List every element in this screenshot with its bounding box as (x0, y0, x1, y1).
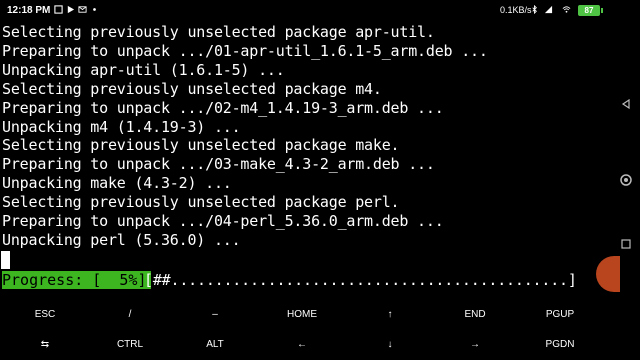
bluetooth-icon (532, 5, 537, 14)
back-icon[interactable] (620, 98, 632, 110)
home-icon[interactable] (620, 174, 632, 186)
key-row1-0[interactable]: ESC (5, 302, 85, 328)
key-row2-3[interactable]: ← (262, 332, 342, 358)
key-row2-6[interactable]: PGDN (520, 332, 600, 358)
progress-label: Progress: [ 5%] (2, 271, 151, 289)
key-row2-1[interactable]: CTRL (90, 332, 170, 358)
key-row1-5[interactable]: END (435, 302, 515, 328)
terminal-cursor (1, 251, 10, 269)
key-row1-6[interactable]: PGUP (520, 302, 600, 328)
signal-icon (544, 5, 553, 14)
message-icon (78, 6, 87, 13)
key-row2-2[interactable]: ALT (175, 332, 255, 358)
terminal-line: Unpacking apr-util (1.6.1-5) ... (2, 60, 285, 79)
terminal-line: Selecting previously unselected package … (2, 23, 435, 41)
battery-icon: 87 (578, 5, 600, 16)
key-row2-0[interactable]: ⇆ (5, 332, 85, 358)
terminal-line: Preparing to unpack .../01-apr-util_1.6.… (2, 41, 488, 60)
status-time: 12:18 PM (7, 5, 51, 16)
battery-tip (601, 8, 603, 13)
key-row2-4[interactable]: ↓ (350, 332, 430, 358)
terminal-line: Selecting previously unselected package … (2, 193, 400, 212)
terminal-line: Preparing to unpack .../04-perl_5.36.0_a… (2, 212, 444, 230)
terminal-line: Unpacking make (4.3-2) ... (2, 174, 232, 193)
terminal-line: Unpacking m4 (1.4.19-3) ... (2, 117, 241, 136)
terminal-line: Selecting previously unselected package … (2, 136, 400, 155)
recents-icon[interactable] (620, 238, 632, 250)
wifi-icon (562, 6, 571, 13)
key-row1-2[interactable]: – (175, 302, 255, 328)
progress-bar-text: [##.....................................… (144, 271, 577, 289)
key-row1-4[interactable]: ↑ (350, 302, 430, 328)
key-row1-1[interactable]: / (90, 302, 170, 328)
network-speed: 0.1KB/s (500, 5, 532, 15)
terminal-line: Preparing to unpack .../03-make_4.3-2_ar… (2, 155, 435, 174)
terminal-line: Preparing to unpack .../02-m4_1.4.19-3_a… (2, 98, 444, 117)
terminal-line: Unpacking perl (5.36.0) ... (2, 230, 241, 249)
key-row1-3[interactable]: HOME (262, 302, 342, 328)
extra-keys-bar: ESC / – HOME ↑ END PGUP ⇆ CTRL ALT ← ↓ → PGDN (0, 300, 600, 360)
key-row2-5[interactable]: → (435, 332, 515, 358)
play-icon (67, 5, 75, 14)
more-icon (93, 8, 96, 11)
terminal-line: Selecting previously unselected package … (2, 79, 382, 98)
notification-icon (54, 5, 63, 14)
terminal-output[interactable]: Selecting previously unselected package … (0, 23, 600, 293)
status-bar: 12:18 PM 0.1KB/s 87 (0, 0, 640, 22)
